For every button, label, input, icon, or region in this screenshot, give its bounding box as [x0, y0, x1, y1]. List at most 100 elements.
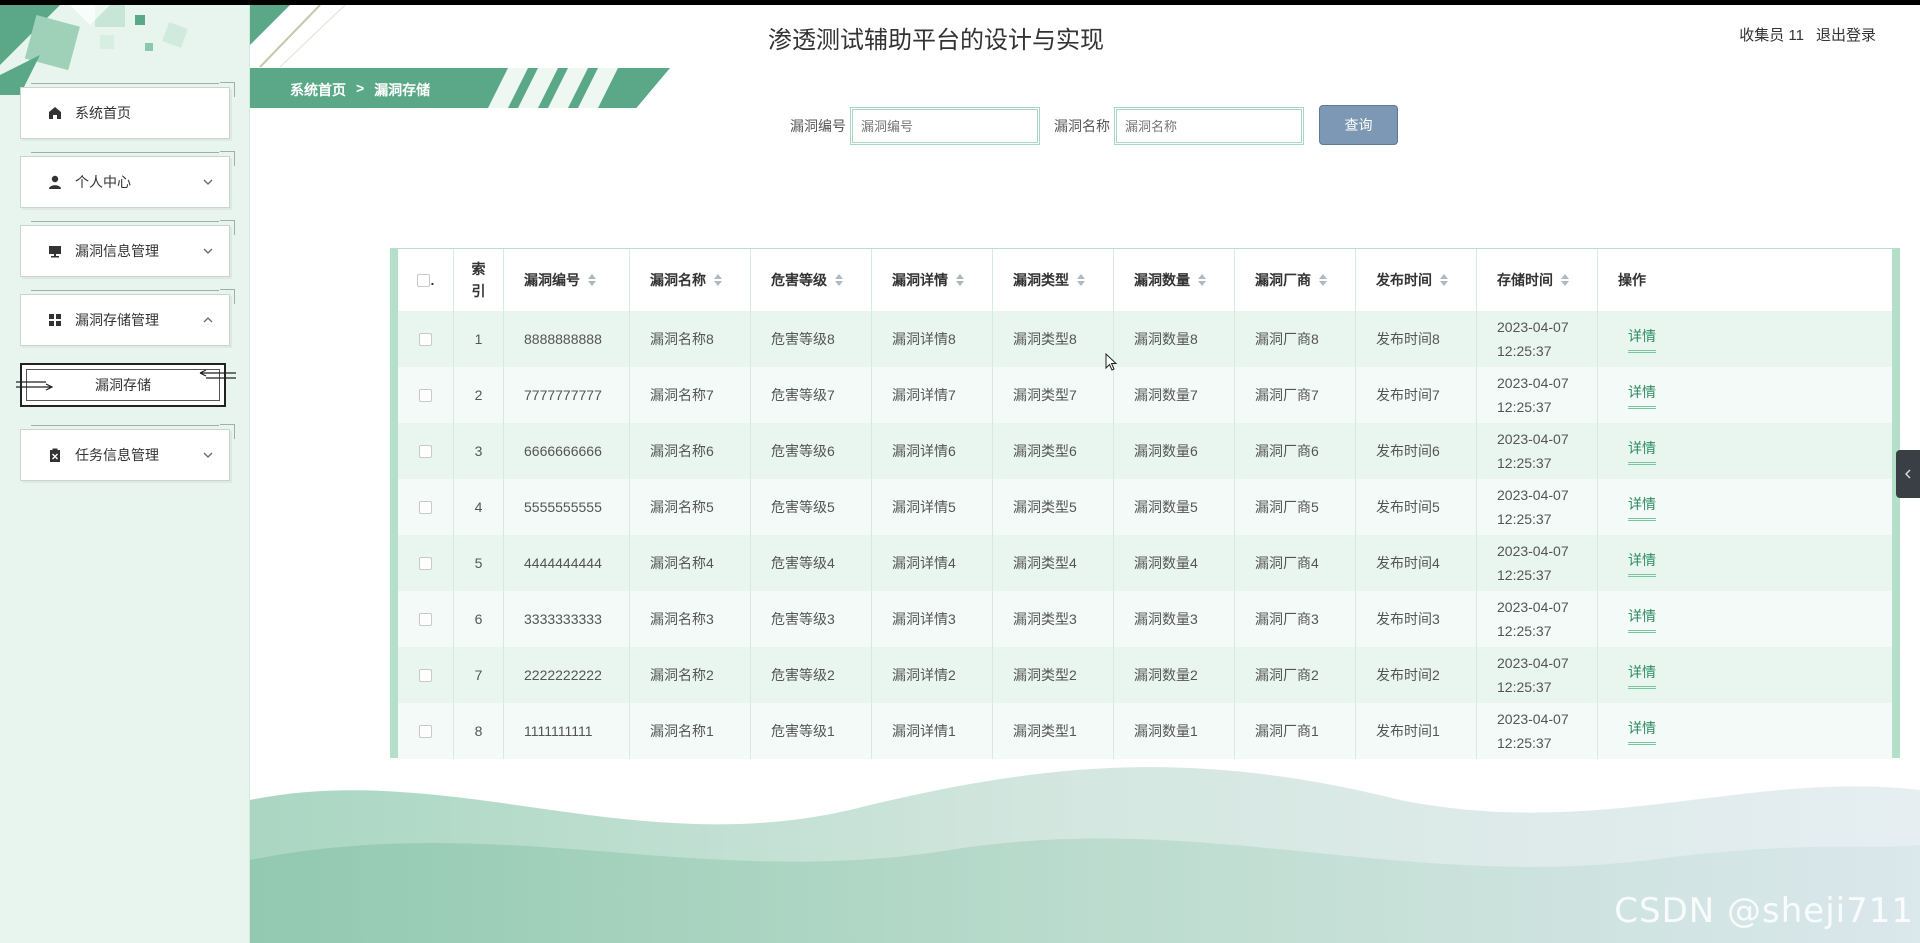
cell-vendor: 漏洞厂商3: [1235, 591, 1356, 647]
cell-actions: 详情: [1598, 647, 1892, 703]
cell-value: 漏洞名称2: [650, 667, 714, 683]
cell-value: 发布时间5: [1376, 499, 1440, 515]
data-table: . 索引 漏洞编号 漏洞名称 危害等级 漏洞详情 漏洞类型 漏洞数量 漏洞厂商 …: [390, 248, 1900, 759]
row-index-value: 3: [474, 443, 483, 459]
cell-type: 漏洞类型6: [993, 423, 1114, 479]
detail-link[interactable]: 详情: [1628, 438, 1656, 465]
logout-link[interactable]: 退出登录: [1816, 24, 1876, 45]
detail-link[interactable]: 详情: [1628, 606, 1656, 633]
header-label: 漏洞编号: [524, 272, 580, 288]
detail-link[interactable]: 详情: [1628, 718, 1656, 745]
cell-date: 2023-04-07: [1497, 599, 1569, 615]
detail-link[interactable]: 详情: [1628, 662, 1656, 689]
sidebar-item-task-info[interactable]: 任务信息管理: [20, 424, 235, 481]
row-select: [398, 591, 454, 647]
row-index: 7: [454, 647, 504, 703]
sidebar-item-vuln-info[interactable]: 漏洞信息管理: [20, 220, 235, 277]
row-checkbox[interactable]: [419, 724, 432, 738]
select-all-checkbox[interactable]: [416, 273, 430, 287]
sort-icon[interactable]: [714, 274, 722, 286]
cell-vendor: 漏洞厂商5: [1235, 479, 1356, 535]
cell-type: 漏洞类型5: [993, 479, 1114, 535]
cell-value: 漏洞厂商5: [1255, 499, 1319, 515]
cell-pub: 发布时间2: [1356, 647, 1477, 703]
cell-value: 5555555555: [524, 499, 602, 515]
header-label: 漏洞详情: [892, 272, 948, 288]
cell-count: 漏洞数量6: [1114, 423, 1235, 479]
cell-value: 漏洞名称7: [650, 387, 714, 403]
collapse-toggle[interactable]: [1896, 450, 1920, 498]
header-publish-time[interactable]: 发布时间: [1356, 249, 1477, 311]
header-storage-time[interactable]: 存储时间: [1477, 249, 1598, 311]
search-input-vuln-no[interactable]: [850, 107, 1040, 145]
detail-link[interactable]: 详情: [1628, 550, 1656, 577]
row-select: [398, 367, 454, 423]
cell-value: 漏洞厂商7: [1255, 387, 1319, 403]
sort-icon[interactable]: [1319, 274, 1327, 286]
cell-date: 2023-04-07: [1497, 375, 1569, 391]
cell-name: 漏洞名称6: [630, 423, 751, 479]
cell-vendor: 漏洞厂商6: [1235, 423, 1356, 479]
table-row: 7 2222222222 漏洞名称2 危害等级2 漏洞详情2 漏洞类型2 漏洞数量2 漏洞厂商…: [398, 647, 1892, 703]
cell-value: 漏洞详情1: [892, 723, 956, 739]
row-checkbox[interactable]: [419, 444, 432, 458]
arrow-left-icon: [199, 369, 236, 379]
header-vendor[interactable]: 漏洞厂商: [1235, 249, 1356, 311]
header-type[interactable]: 漏洞类型: [993, 249, 1114, 311]
row-checkbox[interactable]: [419, 612, 432, 626]
header-vuln-name[interactable]: 漏洞名称: [630, 249, 751, 311]
query-button[interactable]: 查询: [1319, 105, 1398, 145]
cell-storage-time: 2023-04-07 12:25:37: [1477, 703, 1598, 759]
sort-icon[interactable]: [1561, 274, 1569, 286]
sort-icon[interactable]: [1440, 274, 1448, 286]
breadcrumb-home[interactable]: 系统首页: [290, 80, 346, 100]
row-checkbox[interactable]: [419, 668, 432, 682]
cell-no: 8888888888: [504, 311, 630, 367]
header-count[interactable]: 漏洞数量: [1114, 249, 1235, 311]
breadcrumb-text: 系统首页 > 漏洞存储: [290, 80, 430, 100]
cell-time: 12:25:37: [1497, 343, 1552, 359]
sidebar-item-home[interactable]: 系统首页: [20, 82, 235, 139]
row-checkbox[interactable]: [419, 332, 432, 346]
cell-value: 2222222222: [524, 667, 602, 683]
cell-value: 发布时间1: [1376, 723, 1440, 739]
cell-value: 漏洞数量3: [1134, 611, 1198, 627]
cell-value: 漏洞类型8: [1013, 331, 1077, 347]
sidebar-subitem-vuln-storage[interactable]: 漏洞存储: [16, 363, 236, 407]
sidebar-item-vuln-storage[interactable]: 漏洞存储管理: [20, 289, 235, 346]
row-checkbox[interactable]: [419, 388, 432, 402]
cell-time: 12:25:37: [1497, 735, 1552, 751]
header-level[interactable]: 危害等级: [751, 249, 872, 311]
sort-icon[interactable]: [588, 274, 596, 286]
home-icon: [47, 105, 63, 121]
cell-vendor: 漏洞厂商7: [1235, 367, 1356, 423]
search-input-vuln-name[interactable]: [1114, 107, 1304, 145]
cell-value: 漏洞详情8: [892, 331, 956, 347]
breadcrumb-separator: >: [356, 80, 365, 96]
row-checkbox[interactable]: [419, 556, 432, 570]
cell-time: 12:25:37: [1497, 679, 1552, 695]
header-vuln-no[interactable]: 漏洞编号: [504, 249, 630, 311]
detail-link[interactable]: 详情: [1628, 382, 1656, 409]
cell-level: 危害等级8: [751, 311, 872, 367]
cell-storage-time: 2023-04-07 12:25:37: [1477, 647, 1598, 703]
detail-link[interactable]: 详情: [1628, 326, 1656, 353]
sidebar-item-personal[interactable]: 个人中心: [20, 151, 235, 208]
sort-icon[interactable]: [1077, 274, 1085, 286]
header-label: 漏洞厂商: [1255, 272, 1311, 288]
header-label: 漏洞数量: [1134, 272, 1190, 288]
row-index-value: 8: [474, 723, 483, 739]
detail-link[interactable]: 详情: [1628, 494, 1656, 521]
sort-icon[interactable]: [956, 274, 964, 286]
cell-value: 漏洞厂商8: [1255, 331, 1319, 347]
sidebar-item-label: 系统首页: [75, 105, 131, 121]
sort-icon[interactable]: [835, 274, 843, 286]
cell-date: 2023-04-07: [1497, 543, 1569, 559]
row-checkbox[interactable]: [419, 500, 432, 514]
cell-value: 漏洞类型4: [1013, 555, 1077, 571]
sort-icon[interactable]: [1198, 274, 1206, 286]
cell-type: 漏洞类型1: [993, 703, 1114, 759]
header-detail[interactable]: 漏洞详情: [872, 249, 993, 311]
cell-value: 漏洞厂商4: [1255, 555, 1319, 571]
table-row: 6 3333333333 漏洞名称3 危害等级3 漏洞详情3 漏洞类型3 漏洞数量3 漏洞厂商…: [398, 591, 1892, 647]
